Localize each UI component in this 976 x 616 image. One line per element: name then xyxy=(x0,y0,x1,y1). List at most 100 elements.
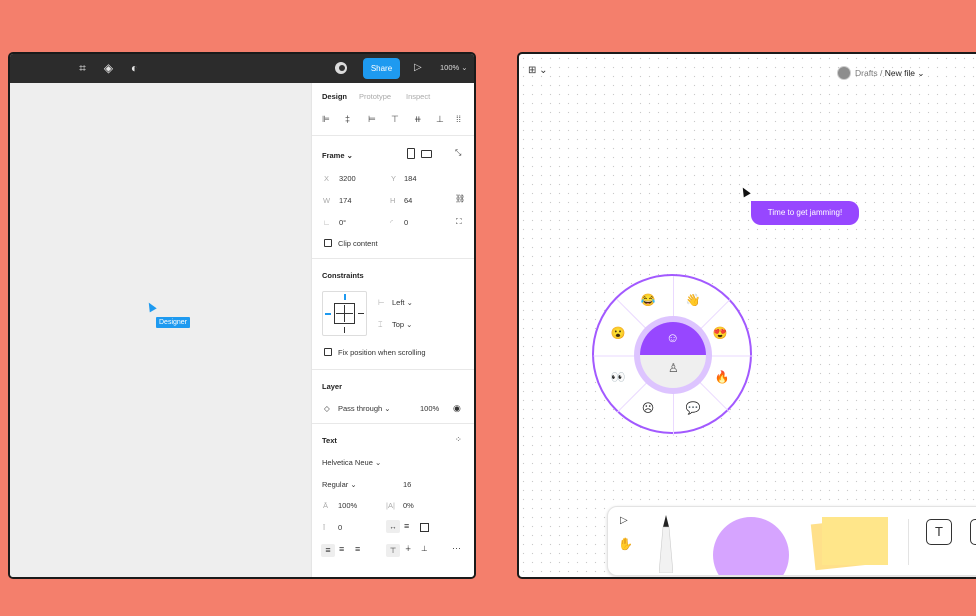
cursor-name-tag: Designer xyxy=(156,317,191,328)
font-weight-dropdown[interactable]: Regular ⌄ xyxy=(322,480,357,489)
heart-eyes-emoji[interactable]: 😍 xyxy=(712,325,728,341)
text-title: Text xyxy=(322,436,337,445)
breadcrumb: Drafts / New file ⌄ xyxy=(855,68,925,79)
wheel-hub-inner: ☺ ♙ xyxy=(640,322,706,388)
emote-mode-button[interactable]: ☺ xyxy=(640,322,706,355)
breadcrumb-folder[interactable]: Drafts xyxy=(855,68,878,78)
zoom-dropdown[interactable]: 100% ⌄ xyxy=(440,63,468,72)
blend-mode-icon: ◇ xyxy=(324,404,330,413)
paragraph-spacing-field[interactable]: 0 xyxy=(338,523,342,532)
clip-content-label: Clip content xyxy=(338,239,378,248)
play-icon[interactable]: ▷ xyxy=(414,62,422,74)
stamp-icon[interactable]: ♙ xyxy=(668,361,679,375)
portrait-icon[interactable] xyxy=(407,148,415,159)
landscape-icon[interactable] xyxy=(421,150,432,158)
shape-tool-icon[interactable] xyxy=(713,517,789,575)
toolbar-divider xyxy=(908,519,909,565)
layer-section: Layer ◇ Pass through ⌄ 100% ◉ xyxy=(312,369,474,421)
board-menu-icon[interactable]: ⊞ ⌄ xyxy=(528,65,548,76)
layer-opacity-field[interactable]: 100% xyxy=(420,404,439,413)
laughing-emoji[interactable]: 😂 xyxy=(640,292,656,308)
letter-spacing-field[interactable]: 0% xyxy=(403,501,414,510)
vertical-constraint-icon: ⌶ xyxy=(378,320,383,329)
vertical-constraint-dropdown[interactable]: Top ⌄ xyxy=(392,320,412,329)
font-size-field[interactable]: 16 xyxy=(403,480,411,489)
align-bottom-icon[interactable]: ⊥ xyxy=(436,114,444,125)
auto-height-icon[interactable]: ≡ xyxy=(404,521,409,531)
marker-tool-icon[interactable] xyxy=(659,515,673,573)
constraints-section: Constraints ⊢ Left ⌄ ⌶ Top ⌄ Fix positio… xyxy=(312,258,474,363)
x-field[interactable]: 3200 xyxy=(339,174,356,183)
horizontal-constraint-dropdown[interactable]: Left ⌄ xyxy=(392,298,413,307)
frame-tool-icon[interactable]: ⌗ xyxy=(76,62,89,75)
eyes-emoji[interactable]: 👀 xyxy=(610,369,626,385)
text-styles-icon[interactable]: ⁘ xyxy=(455,435,462,444)
align-text-middle-icon[interactable]: ∔ xyxy=(405,544,411,553)
figjam-toolbar: ▷ ✋ T xyxy=(607,506,976,576)
cursor-icon xyxy=(739,185,751,198)
component-icon[interactable]: ◈ xyxy=(102,62,115,75)
properties-panel: Design Prototype Inspect ⊫ ‡ ⊨ ⊤ ⧺ ⊥ ⁞⁞ … xyxy=(311,83,474,577)
align-right-icon[interactable]: ⊨ xyxy=(368,114,376,125)
connector-tool-icon[interactable] xyxy=(970,519,976,545)
fire-emoji[interactable]: 🔥 xyxy=(714,369,730,385)
distribute-icon[interactable]: ⁞⁞ xyxy=(456,114,461,124)
align-center-icon[interactable]: ‡ xyxy=(345,114,350,124)
wheel-hub: ☺ ♙ xyxy=(634,316,712,394)
rotation-icon: ∟ xyxy=(323,218,331,227)
align-text-bottom-icon[interactable]: ⊥ xyxy=(421,544,428,553)
align-left-icon[interactable]: ⊫ xyxy=(322,114,330,125)
align-text-top-icon[interactable]: ⊤ xyxy=(386,544,400,557)
h-field[interactable]: 64 xyxy=(404,196,412,205)
align-text-left-icon[interactable]: ≡ xyxy=(321,544,335,557)
whiteboard-window[interactable]: ⊞ ⌄ Drafts / New file ⌄ Time to get jamm… xyxy=(517,52,976,579)
constraints-widget[interactable] xyxy=(322,291,367,336)
radius-field[interactable]: 0 xyxy=(404,218,408,227)
align-middle-icon[interactable]: ⧺ xyxy=(414,114,422,125)
tab-design[interactable]: Design xyxy=(322,92,347,101)
line-height-field[interactable]: 100% xyxy=(338,501,357,510)
fix-position-checkbox[interactable] xyxy=(324,348,332,356)
comment-icon[interactable]: 💬 xyxy=(685,400,701,416)
breadcrumb-file[interactable]: New file ⌄ xyxy=(885,68,925,78)
constrain-proportions-icon[interactable]: ⛓ xyxy=(455,194,465,203)
smiley-icon: ☺ xyxy=(666,330,680,345)
editor-topbar: ⌗ ◈ ◐ Share ▷ 100% ⌄ xyxy=(10,54,474,83)
tab-prototype[interactable]: Prototype xyxy=(359,92,391,101)
clip-content-checkbox[interactable] xyxy=(324,239,332,247)
user-avatar[interactable] xyxy=(333,60,349,76)
layer-title: Layer xyxy=(322,382,343,391)
sad-emoji[interactable]: ☹ xyxy=(640,400,656,416)
share-button[interactable]: Share xyxy=(363,58,400,79)
align-text-center-icon[interactable]: ≡ xyxy=(339,544,344,554)
hand-tool-icon[interactable]: ✋ xyxy=(618,537,633,551)
frame-title[interactable]: Frame ⌄ xyxy=(322,151,353,160)
auto-width-icon[interactable]: ↔ xyxy=(386,520,400,533)
independent-corners-icon[interactable]: ⛶ xyxy=(456,217,462,227)
pointer-tool-icon[interactable]: ▷ xyxy=(620,515,628,526)
wave-emoji[interactable]: 👋 xyxy=(685,292,701,308)
align-top-icon[interactable]: ⊤ xyxy=(391,114,399,125)
eye-icon[interactable]: ◉ xyxy=(453,403,461,414)
frame-section: Frame ⌄ ⤡ X 3200 Y 184 W 174 H 64 ⛓ ∟ 0°… xyxy=(312,135,474,252)
collapse-icon[interactable]: ⤡ xyxy=(455,148,461,158)
surprised-emoji[interactable]: 😮 xyxy=(610,325,626,341)
y-field[interactable]: 184 xyxy=(404,174,417,183)
fixed-size-icon[interactable] xyxy=(420,523,429,532)
w-label: W xyxy=(323,196,331,205)
font-family-dropdown[interactable]: Helvetica Neue ⌄ xyxy=(322,458,381,467)
letter-spacing-icon: |A| xyxy=(386,501,395,510)
text-tool-icon[interactable]: T xyxy=(926,519,952,545)
more-options-icon[interactable]: ··· xyxy=(452,543,461,553)
emoji-wheel[interactable]: ☺ ♙ 😂 👋 😍 🔥 ☹ 💬 👀 😮 xyxy=(592,274,754,436)
w-field[interactable]: 174 xyxy=(339,196,352,205)
design-canvas[interactable] xyxy=(10,83,310,577)
align-text-right-icon[interactable]: ≡ xyxy=(355,544,360,554)
contrast-icon[interactable]: ◐ xyxy=(128,62,141,75)
blend-mode-dropdown[interactable]: Pass through ⌄ xyxy=(338,404,391,413)
fix-position-label: Fix position when scrolling xyxy=(338,348,426,357)
tab-inspect[interactable]: Inspect xyxy=(406,92,430,101)
sticky-note-tool-icon[interactable] xyxy=(822,517,888,565)
breadcrumb-separator: / xyxy=(880,68,883,78)
rotation-field[interactable]: 0° xyxy=(339,218,346,227)
